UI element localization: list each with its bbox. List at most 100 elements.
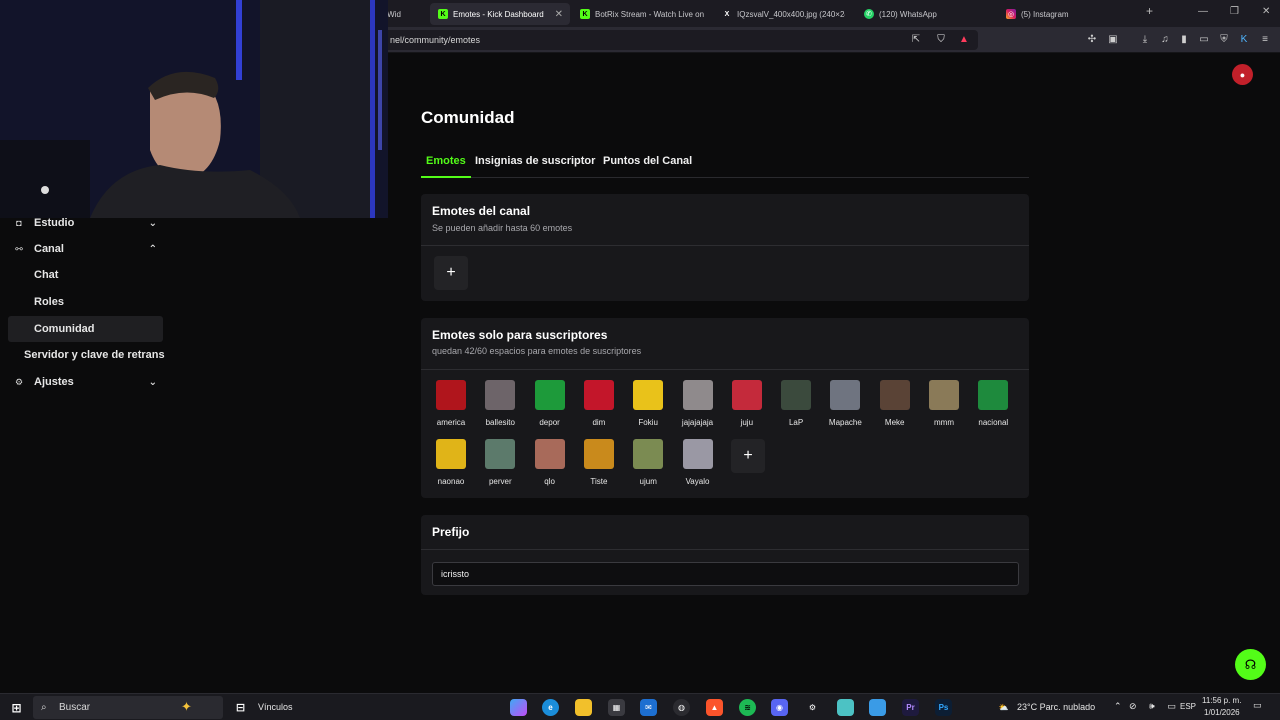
browser-tab-active[interactable]: K Emotes - Kick Dashboard ✕	[430, 3, 570, 25]
tray-status-icons[interactable]: ⊘ 🕪 ▭	[1129, 701, 1181, 712]
taskbar-search[interactable]: ⌕ Buscar ✦	[33, 696, 223, 719]
browser-tab[interactable]: K BotRix Stream - Watch Live on	[580, 3, 715, 25]
store-icon[interactable]: ▦	[608, 699, 625, 716]
premiere-icon[interactable]: Pr	[902, 699, 919, 716]
browser-tab-strip: nd Wid K Emotes - Kick Dashboard ✕ K Bot…	[370, 0, 1280, 27]
avatar[interactable]: ●	[1232, 64, 1253, 85]
copilot-app-icon[interactable]	[510, 699, 527, 716]
emote-image	[978, 380, 1009, 410]
gear-icon: ⚙	[14, 376, 24, 387]
app-icon[interactable]	[837, 699, 854, 716]
support-chat-button[interactable]: ☊	[1235, 649, 1266, 680]
photoshop-icon[interactable]: Ps	[935, 699, 952, 716]
restore-icon[interactable]: ❐	[1230, 6, 1239, 17]
add-emote-button[interactable]: +	[434, 256, 468, 290]
emote-item[interactable]: america	[431, 380, 471, 427]
weather-text[interactable]: 23°C Parc. nublado	[1017, 702, 1095, 712]
edge-icon[interactable]: e	[542, 699, 559, 716]
card-title: Emotes solo para suscriptores	[432, 328, 608, 342]
mail-icon[interactable]: ✉	[640, 699, 657, 716]
download-icon[interactable]: ⤓	[1139, 34, 1151, 46]
emote-image	[485, 380, 516, 410]
settings-icon[interactable]: ⚙	[804, 699, 821, 716]
close-window-icon[interactable]: ✕	[1262, 6, 1270, 17]
sidebar-item-servidor[interactable]: Servidor y clave de retrans	[8, 342, 170, 368]
browser-tab[interactable]: ◎ (5) Instagram	[1006, 3, 1136, 25]
emote-name: Tiste	[590, 477, 608, 486]
sidebar-item-estudio[interactable]: ◘ Estudio ⌄	[8, 210, 163, 236]
emote-image	[583, 380, 614, 410]
emote-name: jajajajaja	[681, 418, 714, 427]
sidebar-item-comunidad[interactable]: Comunidad	[8, 316, 163, 342]
emote-item[interactable]: Vayalo	[678, 439, 718, 486]
prefix-card: Prefijo	[421, 515, 1029, 595]
language-indicator[interactable]: ESP	[1180, 702, 1196, 711]
menu-icon[interactable]: ≡	[1259, 34, 1271, 46]
obs-icon[interactable]: ◍	[673, 699, 690, 716]
brave-icon[interactable]: ▲	[706, 699, 723, 716]
tab-emotes[interactable]: Emotes	[421, 155, 471, 178]
windows-start-icon[interactable]: ⊞	[8, 699, 25, 716]
clock-date[interactable]: 1/01/2026	[1204, 708, 1240, 717]
emote-item[interactable]: depor	[530, 380, 570, 427]
emote-item[interactable]: ujum	[628, 439, 668, 486]
emote-item[interactable]: qlo	[530, 439, 570, 486]
browser-tab[interactable]: ✆ (120) WhatsApp	[864, 3, 994, 25]
spotify-icon[interactable]: ≋	[739, 699, 756, 716]
emote-item[interactable]: Fokiu	[628, 380, 668, 427]
address-bar[interactable]: nel/community/emotes	[378, 30, 978, 50]
emote-name: qlo	[544, 477, 555, 486]
emote-item[interactable]: LaP	[776, 380, 816, 427]
emote-name: perver	[488, 477, 512, 486]
headset-icon: ☊	[1244, 656, 1257, 672]
rewards-icon[interactable]: ▲	[958, 34, 970, 46]
links-label[interactable]: Vínculos	[258, 702, 293, 712]
emote-item[interactable]: Meke	[875, 380, 915, 427]
emote-item[interactable]: juju	[727, 380, 767, 427]
vpn-icon[interactable]: ⛨	[1218, 34, 1230, 46]
browser-tab[interactable]: X IQzsvalV_400x400.jpg (240×24	[722, 3, 852, 25]
sidebar-item-canal[interactable]: ⚯ Canal ⌃	[8, 236, 163, 262]
screenshot-icon[interactable]: ▣	[1107, 34, 1119, 46]
emote-name: Mapache	[828, 418, 862, 427]
emote-item[interactable]: nacional	[973, 380, 1013, 427]
minimize-icon[interactable]: —	[1198, 6, 1208, 17]
close-icon[interactable]: ✕	[555, 9, 570, 20]
emote-item[interactable]: naonao	[431, 439, 471, 486]
emote-image	[781, 380, 812, 410]
emote-item[interactable]: jajajajaja	[678, 380, 718, 427]
sidebar-item-chat[interactable]: Chat	[8, 262, 163, 288]
emote-item[interactable]: Mapache	[825, 380, 865, 427]
emote-image	[534, 439, 565, 469]
app-icon[interactable]	[869, 699, 886, 716]
tab-puntos[interactable]: Puntos del Canal	[603, 155, 692, 178]
add-sub-emote-button[interactable]: +	[731, 439, 765, 473]
kick-extension-icon[interactable]: K	[1238, 34, 1250, 46]
notification-icon[interactable]: ▭	[1253, 700, 1262, 711]
sidebar-item-label: Chat	[34, 269, 59, 281]
tab-insignias[interactable]: Insignias de suscriptor	[475, 155, 595, 178]
tray-chevron-icon[interactable]: ⌃	[1114, 701, 1122, 712]
prefix-input[interactable]	[432, 562, 1019, 586]
extensions-icon[interactable]: ✣	[1086, 34, 1098, 46]
emote-item[interactable]: Tiste	[579, 439, 619, 486]
new-tab-button[interactable]: +	[1146, 4, 1153, 18]
file-explorer-icon[interactable]	[575, 699, 592, 716]
brave-shield-icon[interactable]: ⛉	[935, 34, 947, 46]
discord-icon[interactable]: ◉	[771, 699, 788, 716]
sidebar-toggle-icon[interactable]: ▮	[1178, 34, 1190, 46]
emote-item[interactable]: mmm	[924, 380, 964, 427]
emote-item[interactable]: perver	[480, 439, 520, 486]
channel-emotes-card: Emotes del canal Se pueden añadir hasta …	[421, 194, 1029, 301]
wallet-icon[interactable]: ▭	[1198, 34, 1210, 46]
sidebar-item-label: Comunidad	[34, 323, 95, 335]
music-icon[interactable]: ♫	[1159, 34, 1171, 46]
emote-item[interactable]: dim	[579, 380, 619, 427]
sidebar-item-ajustes[interactable]: ⚙ Ajustes ⌄	[8, 369, 163, 395]
widgets-icon[interactable]: ⊟	[232, 699, 249, 716]
share-icon[interactable]: ⇱	[910, 34, 922, 46]
sidebar-item-roles[interactable]: Roles	[8, 289, 163, 315]
emote-item[interactable]: ballesito	[480, 380, 520, 427]
tab-title: (120) WhatsApp	[879, 9, 937, 19]
clock-time[interactable]: 11:56 p. m.	[1202, 696, 1241, 705]
